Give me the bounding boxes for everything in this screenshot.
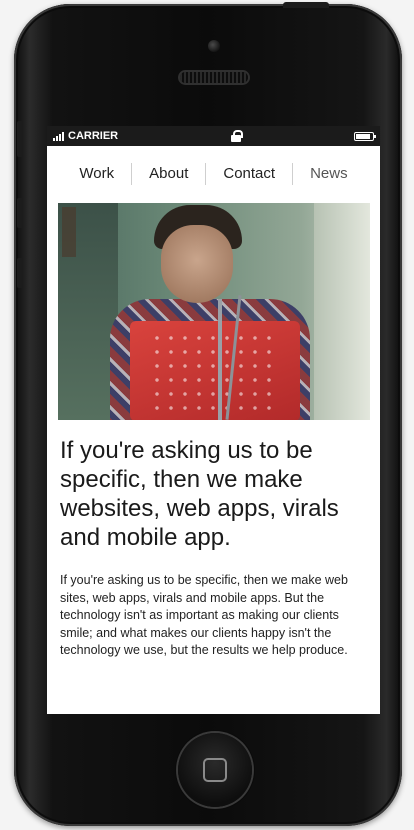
carrier-label: CARRIER — [68, 130, 119, 142]
volume-down-button — [17, 258, 23, 288]
signal-bars-icon — [53, 131, 64, 141]
main-nav: Work About Contact News — [47, 146, 380, 199]
status-bar: CARRIER — [47, 126, 380, 146]
volume-up-button — [17, 198, 23, 228]
status-left: CARRIER — [53, 130, 118, 142]
page-headline: If you're asking us to be specific, then… — [60, 437, 339, 551]
intro-paragraph: If you're asking us to be specific, then… — [60, 573, 348, 658]
lock-icon — [231, 130, 244, 142]
mute-switch — [17, 121, 23, 157]
phone-screen: CARRIER Work About Contact News If you'r… — [47, 126, 380, 714]
nav-about[interactable]: About — [131, 162, 205, 185]
nav-contact[interactable]: Contact — [205, 162, 292, 185]
nav-news[interactable]: News — [292, 162, 365, 185]
battery-icon — [354, 131, 376, 141]
nav-work[interactable]: Work — [62, 163, 131, 185]
earpiece-speaker — [180, 72, 248, 83]
home-square-icon — [203, 758, 227, 782]
power-button — [283, 2, 329, 8]
front-camera — [208, 40, 220, 52]
home-button[interactable] — [178, 733, 252, 807]
hero-photo — [58, 203, 370, 420]
